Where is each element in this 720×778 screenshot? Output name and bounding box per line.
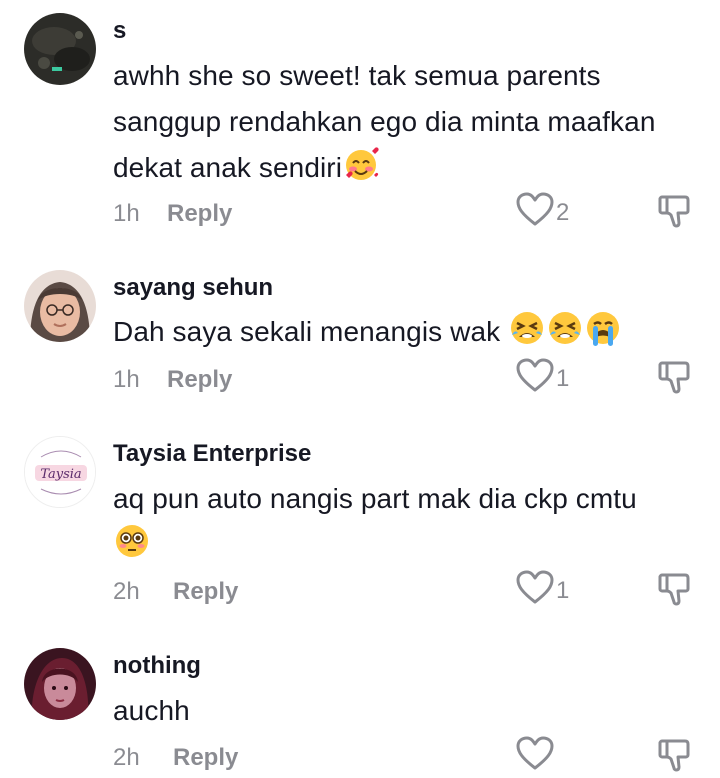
tired-face-icon [546, 309, 584, 361]
reply-button[interactable]: Reply [173, 744, 238, 772]
comment-time: 2h [113, 578, 140, 605]
comment-text-content: auchh [113, 695, 190, 726]
comment-text: auchh [113, 688, 703, 734]
avatar[interactable]: Taysia [24, 436, 96, 508]
comment-text-content: Dah saya sekali menangis wak [113, 316, 509, 347]
avatar[interactable] [24, 13, 96, 85]
like-button[interactable]: 2 [516, 192, 569, 233]
comment-time: 1h [113, 200, 140, 227]
comment-username[interactable]: s [113, 17, 126, 45]
reply-button[interactable]: Reply [173, 578, 238, 606]
tired-face-icon [508, 309, 546, 361]
thumbs-down-icon [657, 195, 695, 233]
avatar[interactable] [24, 270, 96, 342]
thumbs-down-icon [657, 573, 695, 611]
thumbs-down-icon [657, 739, 695, 777]
dislike-button[interactable] [657, 193, 695, 234]
heart-icon [516, 192, 554, 233]
avatar[interactable] [24, 648, 96, 720]
like-button[interactable] [516, 736, 556, 777]
comment-text-content: aq pun auto nangis part mak dia ckp cmtu [113, 483, 637, 514]
comment-time: 2h [113, 744, 140, 771]
comment-text: awhh she so sweet! tak semua parents san… [113, 53, 703, 197]
like-button[interactable]: 1 [516, 358, 569, 399]
comment-username[interactable]: sayang sehun [113, 274, 273, 302]
comment-text-content: awhh she so sweet! tak semua parents san… [113, 60, 656, 183]
reply-button[interactable]: Reply [167, 366, 232, 394]
dislike-button[interactable] [657, 571, 695, 612]
comment-text: Dah saya sekali menangis wak [113, 309, 703, 361]
comment-time: 1h [113, 366, 140, 393]
dislike-button[interactable] [657, 737, 695, 778]
comment-username[interactable]: nothing [113, 652, 201, 680]
flushed-face-icon [113, 522, 151, 574]
dislike-button[interactable] [657, 359, 695, 400]
avatar-logo-text: Taysia [40, 467, 81, 482]
heart-icon [516, 358, 554, 399]
heart-icon [516, 736, 554, 777]
thumbs-down-icon [657, 361, 695, 399]
smiling-face-with-hearts-icon [342, 145, 380, 197]
loudly-crying-face-icon [584, 309, 622, 361]
comment-text: aq pun auto nangis part mak dia ckp cmtu [113, 476, 703, 574]
comment-username[interactable]: Taysia Enterprise [113, 440, 311, 468]
like-count: 2 [556, 198, 570, 226]
like-button[interactable]: 1 [516, 570, 569, 611]
like-count: 1 [556, 576, 570, 604]
heart-icon [516, 570, 554, 611]
like-count: 1 [556, 364, 570, 392]
reply-button[interactable]: Reply [167, 200, 232, 228]
